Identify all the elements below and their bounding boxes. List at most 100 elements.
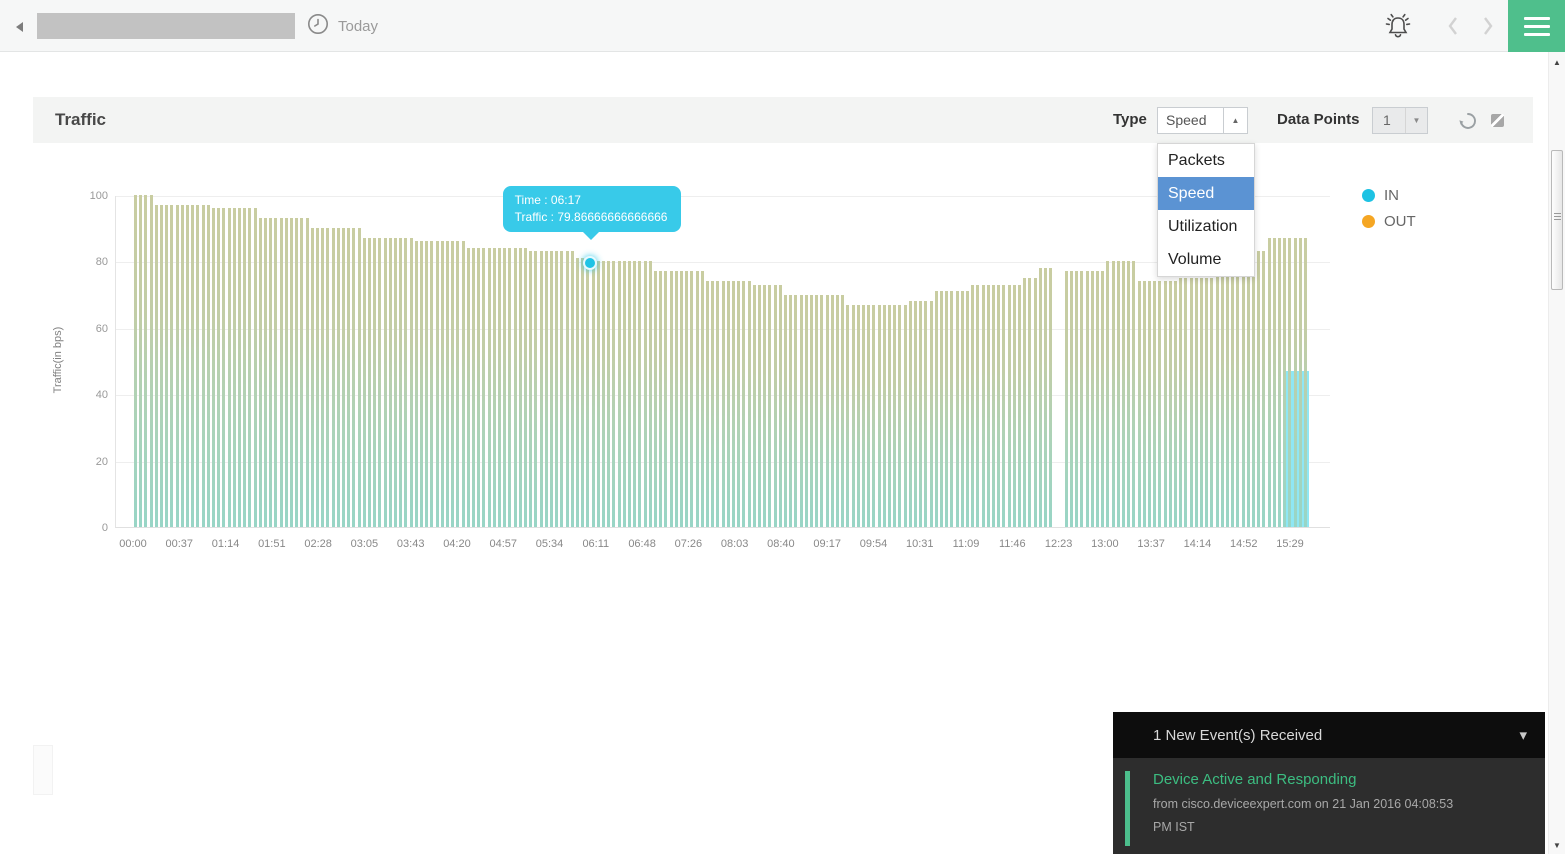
traffic-bar[interactable]	[1091, 271, 1094, 527]
traffic-bar[interactable]	[207, 205, 210, 527]
traffic-bar[interactable]	[1153, 281, 1156, 527]
type-option-volume[interactable]: Volume	[1158, 243, 1254, 276]
scroll-up-icon[interactable]: ▲	[1549, 58, 1565, 67]
traffic-bar[interactable]	[763, 285, 766, 527]
traffic-bar[interactable]	[420, 241, 423, 527]
traffic-bar[interactable]	[326, 228, 329, 527]
traffic-bar[interactable]	[623, 261, 626, 527]
traffic-bar[interactable]	[794, 295, 797, 527]
traffic-bar[interactable]	[540, 251, 543, 527]
traffic-bar[interactable]	[950, 291, 953, 527]
traffic-bar[interactable]	[893, 305, 896, 527]
traffic-bar[interactable]	[529, 251, 532, 527]
type-option-speed[interactable]: Speed	[1158, 177, 1254, 210]
traffic-bar[interactable]	[477, 248, 480, 527]
legend-item-in[interactable]: IN	[1362, 187, 1416, 204]
traffic-bar[interactable]	[425, 241, 428, 527]
traffic-bar[interactable]	[1252, 251, 1255, 527]
traffic-bar[interactable]	[524, 248, 527, 527]
traffic-bar[interactable]	[1190, 278, 1193, 527]
traffic-bar[interactable]	[436, 241, 439, 527]
traffic-bar[interactable]	[1164, 281, 1167, 527]
traffic-bar[interactable]	[1294, 238, 1297, 527]
traffic-bar[interactable]	[576, 258, 579, 527]
traffic-bar[interactable]	[810, 295, 813, 527]
legend-item-out[interactable]: OUT	[1362, 213, 1416, 230]
notification-bell-icon[interactable]	[1381, 9, 1415, 43]
traffic-bar[interactable]	[716, 281, 719, 527]
traffic-bar[interactable]	[566, 251, 569, 527]
traffic-bar[interactable]	[1174, 281, 1177, 527]
traffic-bar[interactable]	[685, 271, 688, 527]
traffic-bar[interactable]	[155, 205, 158, 527]
traffic-bar[interactable]	[212, 208, 215, 527]
traffic-bar[interactable]	[753, 285, 756, 527]
notification-event-item[interactable]: Device Active and Responding from cisco.…	[1113, 758, 1545, 854]
traffic-bar[interactable]	[186, 205, 189, 527]
traffic-bar[interactable]	[1169, 281, 1172, 527]
traffic-bar[interactable]	[831, 295, 834, 527]
caret-up-icon[interactable]: ▲	[1223, 108, 1247, 133]
traffic-bar[interactable]	[1262, 251, 1265, 527]
traffic-bar[interactable]	[254, 208, 257, 527]
traffic-bar[interactable]	[228, 208, 231, 527]
traffic-bar[interactable]	[815, 295, 818, 527]
traffic-bar[interactable]	[446, 241, 449, 527]
traffic-bar[interactable]	[1086, 271, 1089, 527]
traffic-bar[interactable]	[664, 271, 667, 527]
traffic-bar[interactable]	[800, 295, 803, 527]
traffic-bar[interactable]	[550, 251, 553, 527]
traffic-bar[interactable]	[378, 238, 381, 527]
traffic-bar[interactable]	[321, 228, 324, 527]
traffic-bar[interactable]	[976, 285, 979, 527]
traffic-bar[interactable]	[1044, 268, 1047, 527]
vertical-scrollbar[interactable]: ▲ ▼	[1548, 52, 1565, 854]
traffic-bar[interactable]	[1158, 281, 1161, 527]
traffic-bar[interactable]	[1132, 261, 1135, 527]
traffic-bar[interactable]	[852, 305, 855, 527]
traffic-bar[interactable]	[1268, 238, 1271, 527]
traffic-bar[interactable]	[1013, 285, 1016, 527]
traffic-bar[interactable]	[373, 238, 376, 527]
traffic-bar[interactable]	[285, 218, 288, 527]
traffic-bar[interactable]	[170, 205, 173, 527]
traffic-bar[interactable]	[399, 238, 402, 527]
traffic-bar[interactable]	[1184, 278, 1187, 527]
traffic-bar[interactable]	[1065, 271, 1068, 527]
traffic-bar[interactable]	[987, 285, 990, 527]
traffic-bar[interactable]	[306, 218, 309, 527]
traffic-bar[interactable]	[789, 295, 792, 527]
traffic-bar[interactable]	[1226, 268, 1229, 527]
traffic-bar[interactable]	[498, 248, 501, 527]
traffic-bar[interactable]	[971, 285, 974, 527]
traffic-bar[interactable]	[638, 261, 641, 527]
traffic-bar[interactable]	[165, 205, 168, 527]
traffic-bar[interactable]	[555, 251, 558, 527]
traffic-bar[interactable]	[347, 228, 350, 527]
traffic-bar[interactable]	[404, 238, 407, 527]
traffic-bar[interactable]	[1034, 278, 1037, 527]
traffic-bar[interactable]	[274, 218, 277, 527]
traffic-bar[interactable]	[659, 271, 662, 527]
traffic-bar[interactable]	[924, 301, 927, 527]
traffic-bar[interactable]	[956, 291, 959, 527]
traffic-bar[interactable]	[514, 248, 517, 527]
traffic-bar[interactable]	[586, 258, 589, 527]
traffic-bar[interactable]	[545, 251, 548, 527]
traffic-bar[interactable]	[368, 238, 371, 527]
traffic-bar[interactable]	[139, 195, 142, 527]
traffic-bar[interactable]	[711, 281, 714, 527]
traffic-bar[interactable]	[706, 281, 709, 527]
traffic-bar[interactable]	[290, 218, 293, 527]
traffic-bar[interactable]	[493, 248, 496, 527]
traffic-bar[interactable]	[748, 281, 751, 527]
caret-down-icon[interactable]: ▼	[1405, 108, 1427, 133]
traffic-bar[interactable]	[935, 291, 938, 527]
traffic-bar[interactable]	[196, 205, 199, 527]
traffic-bar[interactable]	[633, 261, 636, 527]
traffic-bar[interactable]	[1122, 261, 1125, 527]
traffic-bar[interactable]	[982, 285, 985, 527]
date-range-picker[interactable]: Today	[306, 0, 378, 52]
traffic-bar[interactable]	[1138, 281, 1141, 527]
type-option-utilization[interactable]: Utilization	[1158, 210, 1254, 243]
